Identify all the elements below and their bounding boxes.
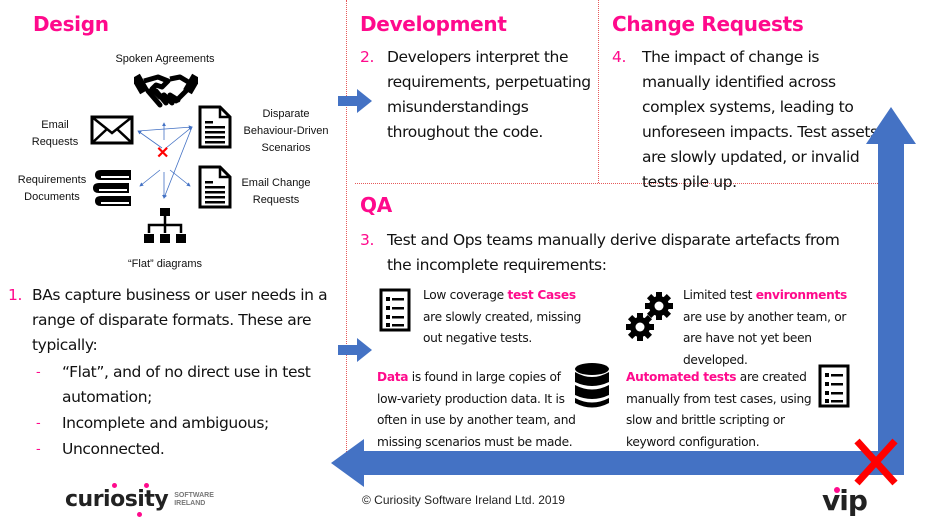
design-bullet-list: - “Flat”, and of no direct use in test au… bbox=[32, 360, 328, 462]
books-stack-icon bbox=[93, 170, 131, 206]
design-heading: Design bbox=[33, 12, 109, 36]
vip-logo-text: vip bbox=[822, 484, 868, 517]
checklist-icon bbox=[379, 288, 411, 332]
email-change-requests-label: Email Change Requests bbox=[241, 177, 311, 206]
vip-logo: vip bbox=[822, 484, 868, 517]
arrow-right-to-qa bbox=[338, 338, 372, 362]
change-requests-heading: Change Requests bbox=[612, 12, 804, 36]
gears-icon bbox=[626, 292, 673, 341]
development-heading: Development bbox=[360, 12, 507, 36]
divider-design-development bbox=[346, 0, 347, 470]
design-bullet: - “Flat”, and of no direct use in test au… bbox=[36, 363, 311, 406]
handshake-icon bbox=[134, 73, 198, 108]
red-cross-broken-loop-icon bbox=[854, 438, 898, 486]
divider-development-change bbox=[598, 0, 599, 183]
development-step: 2. Developers interpret the requirements… bbox=[360, 45, 592, 145]
test-cases-highlight: test Cases bbox=[507, 288, 576, 302]
step-number-4: 4. bbox=[612, 48, 626, 66]
curiosity-logo-wordmark: curiosity bbox=[65, 487, 169, 512]
change-requests-step-text: The impact of change is manually identif… bbox=[642, 48, 878, 191]
qa-step-text: Test and Ops teams manually derive dispa… bbox=[387, 231, 840, 274]
design-bullet: - Unconnected. bbox=[36, 440, 165, 458]
design-step-text: BAs capture business or user needs in a … bbox=[32, 286, 328, 354]
curiosity-logo: curiosity SOFTWARE IRELAND bbox=[65, 483, 214, 517]
development-step-text: Developers interpret the requirements, p… bbox=[387, 48, 591, 141]
change-requests-step: 4. The impact of change is manually iden… bbox=[612, 45, 882, 195]
automated-tests-highlight: Automated tests bbox=[626, 370, 737, 384]
flat-diagrams-label: “Flat” diagrams bbox=[128, 258, 202, 270]
design-step: 1. BAs capture business or user needs in… bbox=[8, 283, 328, 462]
spoken-agreements-label: Spoken Agreements bbox=[115, 53, 215, 65]
bdd-scenarios-label: Disparate Behaviour-Driven Scenarios bbox=[243, 108, 329, 154]
database-icon bbox=[575, 363, 609, 408]
email-requests-label: Email Requests bbox=[31, 119, 79, 148]
qa-test-cases-text: Low coverage test Cases are slowly creat… bbox=[423, 288, 582, 345]
design-bullet: - Incomplete and ambiguous; bbox=[36, 414, 269, 432]
envelope-icon bbox=[90, 115, 134, 145]
document-icon bbox=[198, 105, 232, 149]
arrow-right-to-development bbox=[338, 89, 372, 113]
qa-step: 3. Test and Ops teams manually derive di… bbox=[360, 228, 860, 278]
qa-environments-text: Limited test environments are use by ano… bbox=[683, 288, 848, 367]
data-highlight: Data bbox=[377, 370, 409, 384]
step-number-3: 3. bbox=[360, 231, 374, 249]
document-icon-2 bbox=[198, 165, 232, 209]
qa-heading: QA bbox=[360, 193, 392, 217]
copyright-text: © Curiosity Software Ireland Ltd. 2019 bbox=[362, 493, 565, 507]
org-chart-icon bbox=[144, 208, 186, 243]
environments-highlight: environments bbox=[755, 288, 848, 302]
red-cross-icon: ✕ bbox=[156, 145, 170, 162]
step-number-1: 1. bbox=[8, 286, 22, 304]
arrow-left-feedback-loop bbox=[331, 439, 904, 487]
arrow-up-to-change-requests bbox=[866, 107, 916, 472]
requirements-documents-label: Requirements Documents bbox=[17, 174, 87, 203]
checklist-icon-2 bbox=[818, 364, 850, 408]
